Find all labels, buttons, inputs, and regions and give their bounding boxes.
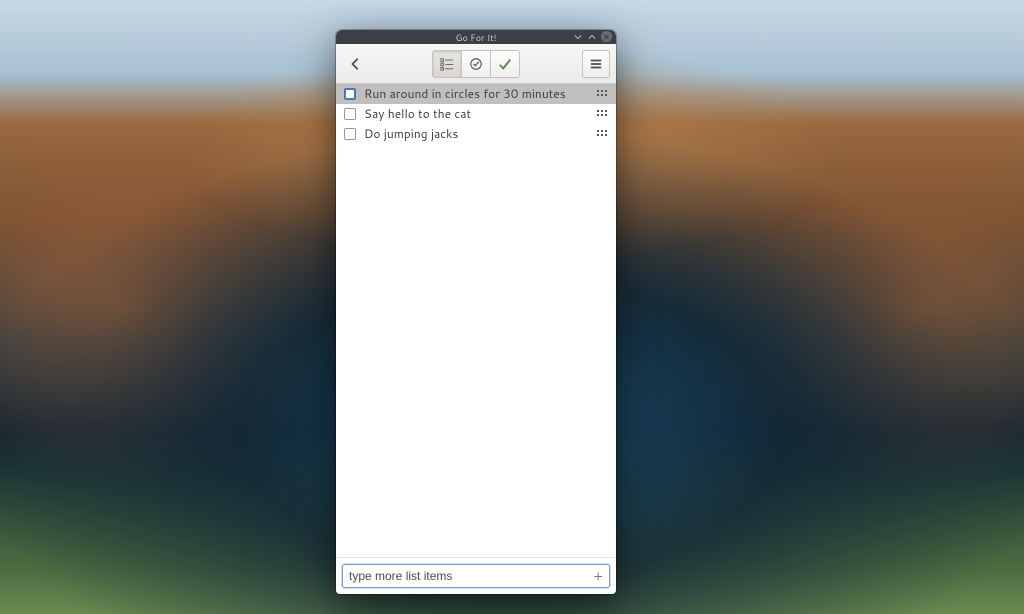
close-icon[interactable]: ✕ [601, 31, 612, 42]
menu-button[interactable] [582, 50, 610, 78]
task-label: Run around in circles for 30 minutes [364, 85, 596, 102]
list-icon [440, 57, 454, 71]
task-row[interactable]: Do jumping jacks [336, 124, 616, 144]
desktop-wallpaper: Go For It! ✕ [0, 0, 1024, 614]
task-row[interactable]: Say hello to the cat [336, 104, 616, 124]
drag-handle-icon[interactable] [596, 109, 608, 119]
view-timer-button[interactable] [461, 50, 491, 78]
view-done-button[interactable] [490, 50, 520, 78]
hamburger-icon [589, 57, 603, 71]
task-checkbox[interactable] [344, 128, 356, 140]
drag-handle-icon[interactable] [596, 89, 608, 99]
checkmark-icon [498, 57, 512, 71]
window-title: Go For It! [455, 31, 496, 44]
add-task-input[interactable] [349, 569, 587, 583]
toolbar [336, 44, 616, 84]
plus-icon[interactable]: + [587, 569, 603, 583]
task-checkbox[interactable] [344, 108, 356, 120]
task-label: Do jumping jacks [364, 125, 596, 142]
clock-check-icon [469, 57, 483, 71]
back-button[interactable] [342, 50, 370, 78]
drag-handle-icon[interactable] [596, 129, 608, 139]
chevron-left-icon [349, 57, 363, 71]
app-window: Go For It! ✕ [336, 30, 616, 594]
titlebar[interactable]: Go For It! ✕ [336, 30, 616, 44]
task-list[interactable]: Run around in circles for 30 minutes Say… [336, 84, 616, 557]
window-controls: ✕ [573, 31, 612, 42]
footer: + [336, 557, 616, 594]
add-task-field[interactable]: + [342, 564, 610, 588]
task-checkbox[interactable] [344, 88, 356, 100]
task-label: Say hello to the cat [364, 105, 596, 122]
task-row[interactable]: Run around in circles for 30 minutes [336, 84, 616, 104]
chevron-up-icon[interactable] [587, 32, 597, 42]
view-switcher [432, 50, 520, 78]
view-todo-button[interactable] [432, 50, 462, 78]
chevron-down-icon[interactable] [573, 32, 583, 42]
